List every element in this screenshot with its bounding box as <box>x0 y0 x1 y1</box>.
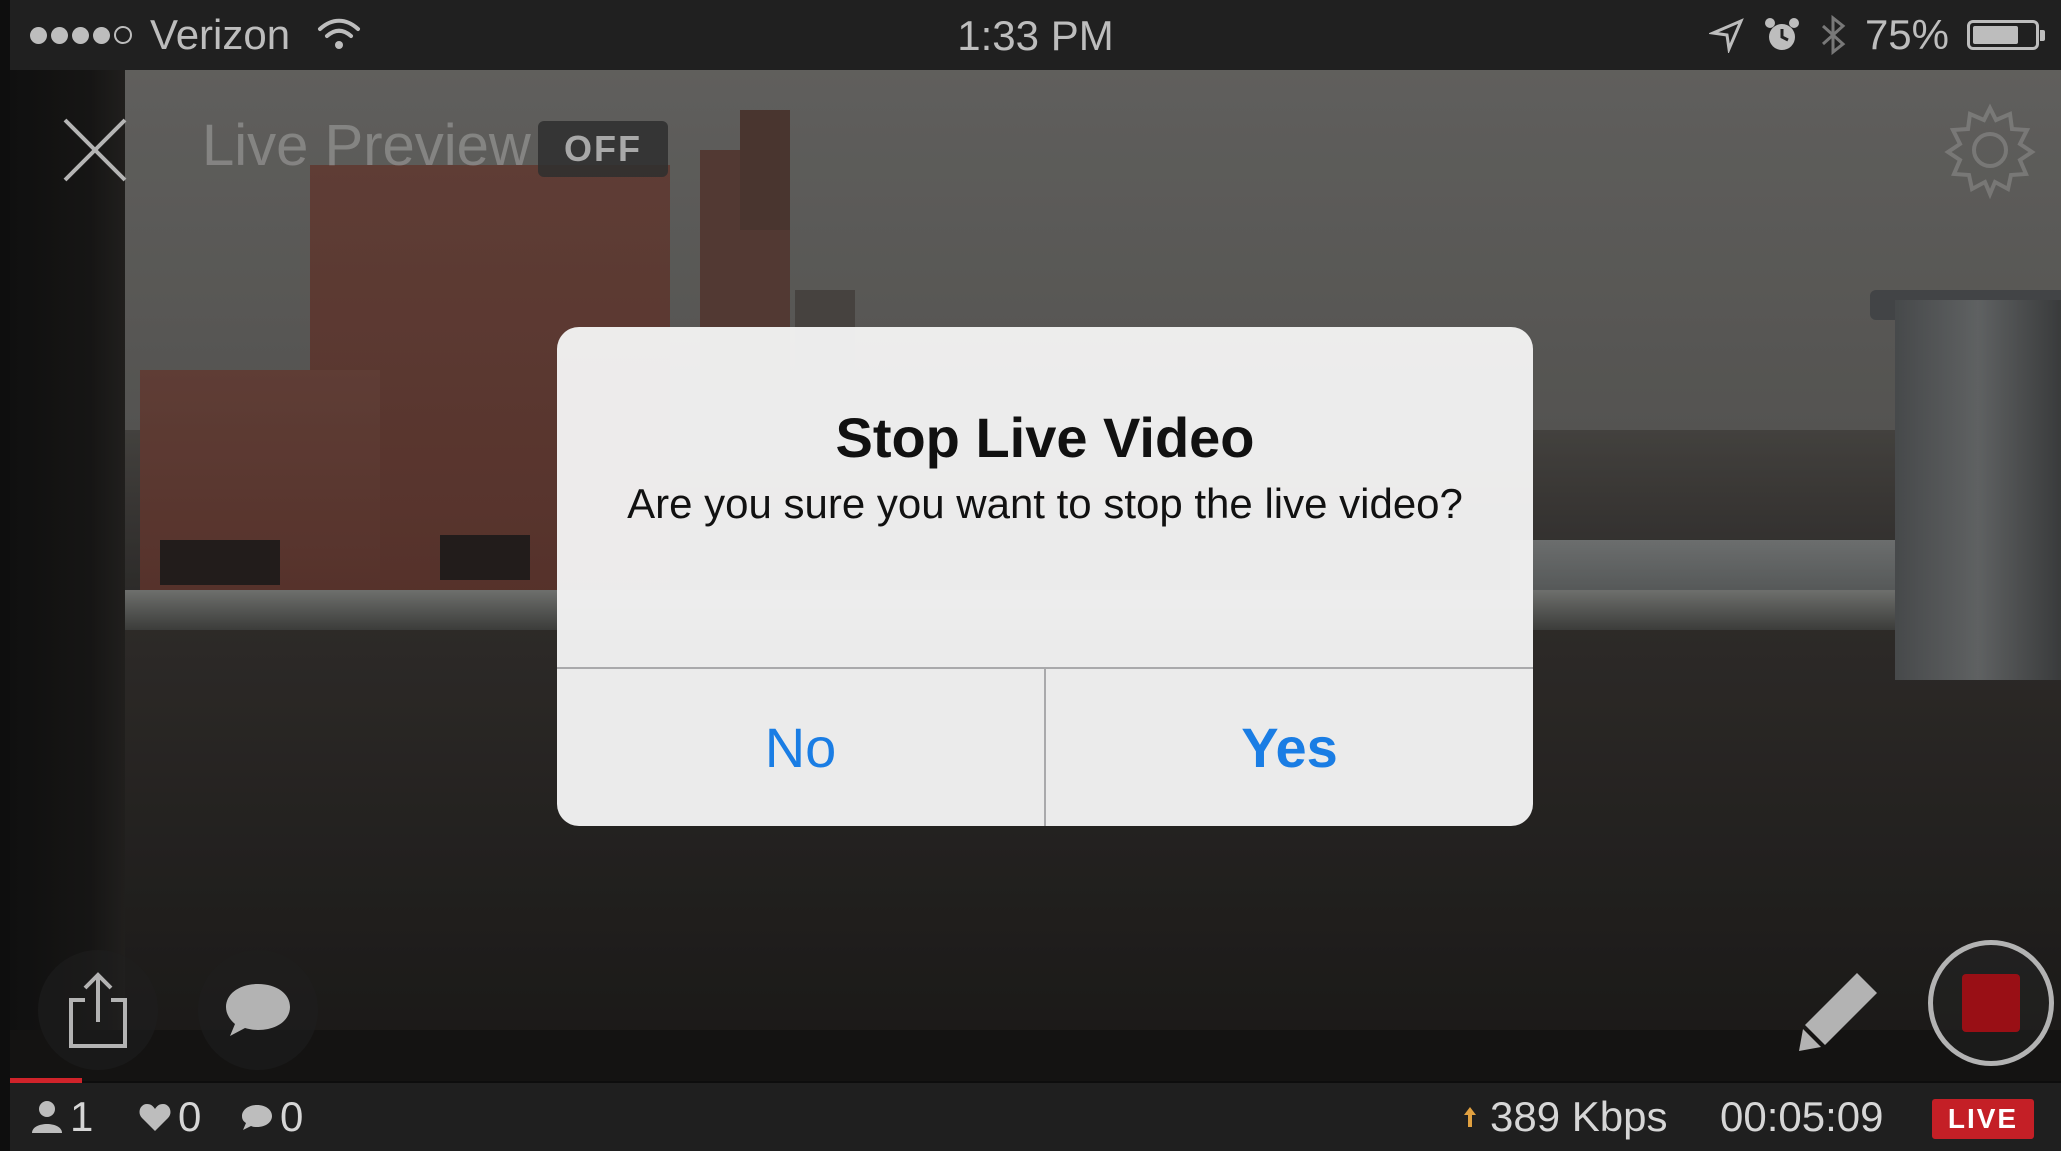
alert-message: Are you sure you want to stop the live v… <box>627 480 1463 527</box>
like-count: 0 <box>138 1093 201 1141</box>
broadcast-timer: 00:05:09 <box>1720 1093 1884 1140</box>
like-count-value: 0 <box>178 1093 202 1140</box>
bitrate-value: 389 Kbps <box>1490 1093 1668 1140</box>
bottom-stats-bar: 1 0 0 389 Kbps 00:05:09 LIVE <box>10 1083 2061 1151</box>
alert-title: Stop Live Video <box>835 406 1255 469</box>
stop-live-video-alert: Stop Live Video Are you sure you want to… <box>557 327 1533 826</box>
heart-icon <box>139 1104 171 1131</box>
viewer-count: 1 <box>30 1093 93 1141</box>
upload-arrow-icon <box>1464 1107 1476 1127</box>
chat-bubble-icon <box>242 1105 272 1130</box>
no-button[interactable]: No <box>557 669 1044 826</box>
person-icon <box>32 1101 62 1133</box>
viewer-count-value: 1 <box>70 1093 94 1140</box>
live-badge: LIVE <box>1932 1099 2034 1139</box>
comment-count: 0 <box>240 1093 303 1141</box>
bitrate: 389 Kbps <box>1460 1093 1667 1141</box>
live-video-screen: Live Preview OFF Verizon 1:33 PM 75% Sto… <box>10 0 2061 1151</box>
comment-count-value: 0 <box>280 1093 304 1140</box>
yes-button[interactable]: Yes <box>1046 669 1533 826</box>
